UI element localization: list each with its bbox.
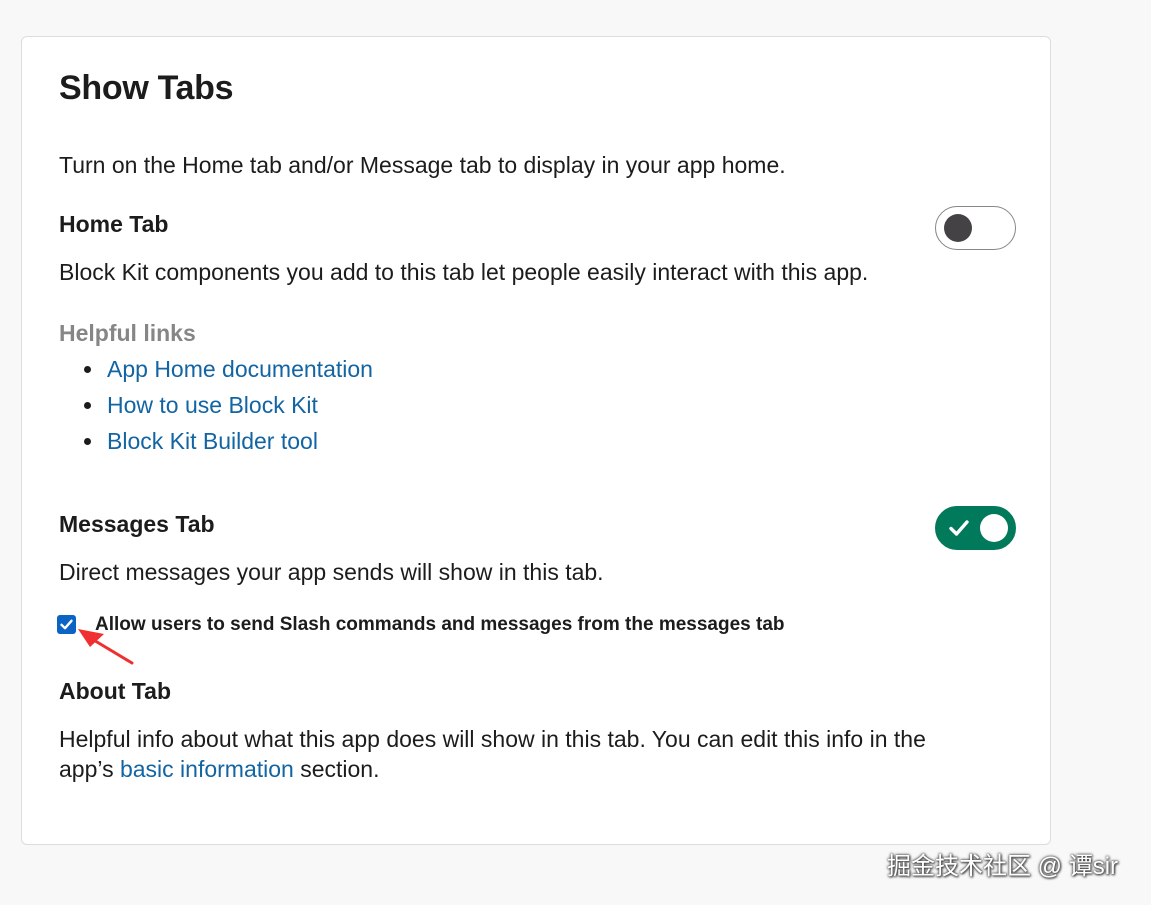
helpful-links-list: App Home documentation How to use Block … <box>59 354 373 462</box>
app-home-documentation-link[interactable]: App Home documentation <box>107 356 373 382</box>
list-item: How to use Block Kit <box>59 390 373 426</box>
list-item: Block Kit Builder tool <box>59 426 373 462</box>
about-tab-description: Helpful info about what this app does wi… <box>59 724 1019 784</box>
red-arrow-icon <box>78 629 134 665</box>
block-kit-builder-link[interactable]: Block Kit Builder tool <box>107 428 318 454</box>
bullet-icon <box>84 402 91 409</box>
basic-information-link[interactable]: basic information <box>120 756 294 782</box>
messages-tab-description: Direct messages your app sends will show… <box>59 559 604 585</box>
toggle-knob <box>944 214 972 242</box>
home-tab-description: Block Kit components you add to this tab… <box>59 259 869 285</box>
watermark: 掘金技术社区 @ 谭sir <box>887 853 1119 880</box>
about-tab-description-text: Helpful info about what this app does wi… <box>59 726 926 752</box>
bullet-icon <box>84 438 91 445</box>
toggle-knob <box>980 514 1008 542</box>
about-tab-description-text-2: app’s <box>59 756 120 782</box>
messages-tab-toggle[interactable] <box>935 506 1016 550</box>
messages-tab-title: Messages Tab <box>59 511 215 537</box>
show-tabs-card: Show Tabs Turn on the Home tab and/or Me… <box>21 36 1051 845</box>
bullet-icon <box>84 366 91 373</box>
about-tab-description-text-3: section. <box>293 756 380 782</box>
home-tab-title: Home Tab <box>59 211 169 237</box>
home-tab-toggle[interactable] <box>935 206 1016 250</box>
allow-slash-commands-label[interactable]: Allow users to send Slash commands and m… <box>95 613 785 637</box>
helpful-links-label: Helpful links <box>59 320 196 346</box>
checkmark-icon <box>949 520 969 536</box>
page-title: Show Tabs <box>59 69 234 107</box>
about-tab-title: About Tab <box>59 678 171 704</box>
intro-text: Turn on the Home tab and/or Message tab … <box>59 152 786 178</box>
checkmark-icon <box>60 619 73 630</box>
list-item: App Home documentation <box>59 354 373 390</box>
block-kit-howto-link[interactable]: How to use Block Kit <box>107 392 318 418</box>
